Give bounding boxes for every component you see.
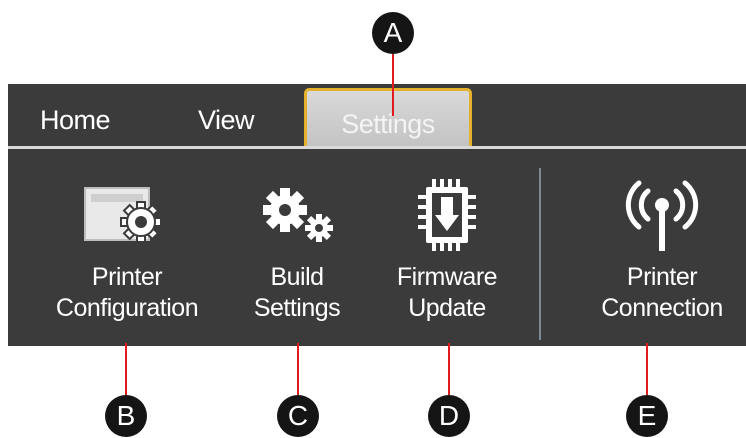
build-settings-label-line2: Settings xyxy=(253,294,341,322)
printer-gear-icon xyxy=(24,172,230,258)
build-settings-button[interactable]: Build Settings xyxy=(236,172,358,324)
chip-download-icon xyxy=(372,172,522,258)
callout-a-leader-line xyxy=(392,54,394,116)
callout-c: C xyxy=(277,395,319,437)
callout-a: A xyxy=(372,12,414,54)
ribbon-toolbar: Home View Settings Printer Configuration… xyxy=(8,84,746,346)
tab-view[interactable]: View xyxy=(198,84,255,146)
firmware-update-label-line2: Update xyxy=(408,294,486,322)
build-settings-label-line1: Build xyxy=(270,263,324,291)
antenna-icon xyxy=(584,172,740,258)
ribbon-group-separator xyxy=(539,168,541,340)
callout-e: E xyxy=(626,395,668,437)
callout-c-leader-line xyxy=(297,343,299,395)
printer-connection-button[interactable]: Printer Connection xyxy=(584,172,740,324)
callout-d-leader-line xyxy=(448,343,450,395)
tab-settings[interactable]: Settings xyxy=(304,88,472,146)
printer-configuration-label-line1: Printer xyxy=(91,263,163,291)
printer-configuration-button[interactable]: Printer Configuration xyxy=(24,172,230,324)
callout-d: D xyxy=(428,395,470,437)
printer-connection-label-line1: Printer xyxy=(626,263,698,291)
firmware-update-button[interactable]: Firmware Update xyxy=(372,172,522,324)
printer-configuration-label-line2: Configuration xyxy=(55,294,199,322)
printer-connection-label-line2: Connection xyxy=(601,294,723,322)
callout-b-leader-line xyxy=(125,343,127,395)
firmware-update-label-line1: Firmware xyxy=(396,263,498,291)
tab-home[interactable]: Home xyxy=(40,84,111,146)
callout-b: B xyxy=(105,395,147,437)
gears-icon xyxy=(236,172,358,258)
callout-e-leader-line xyxy=(646,343,648,395)
ribbon-divider xyxy=(8,146,746,149)
